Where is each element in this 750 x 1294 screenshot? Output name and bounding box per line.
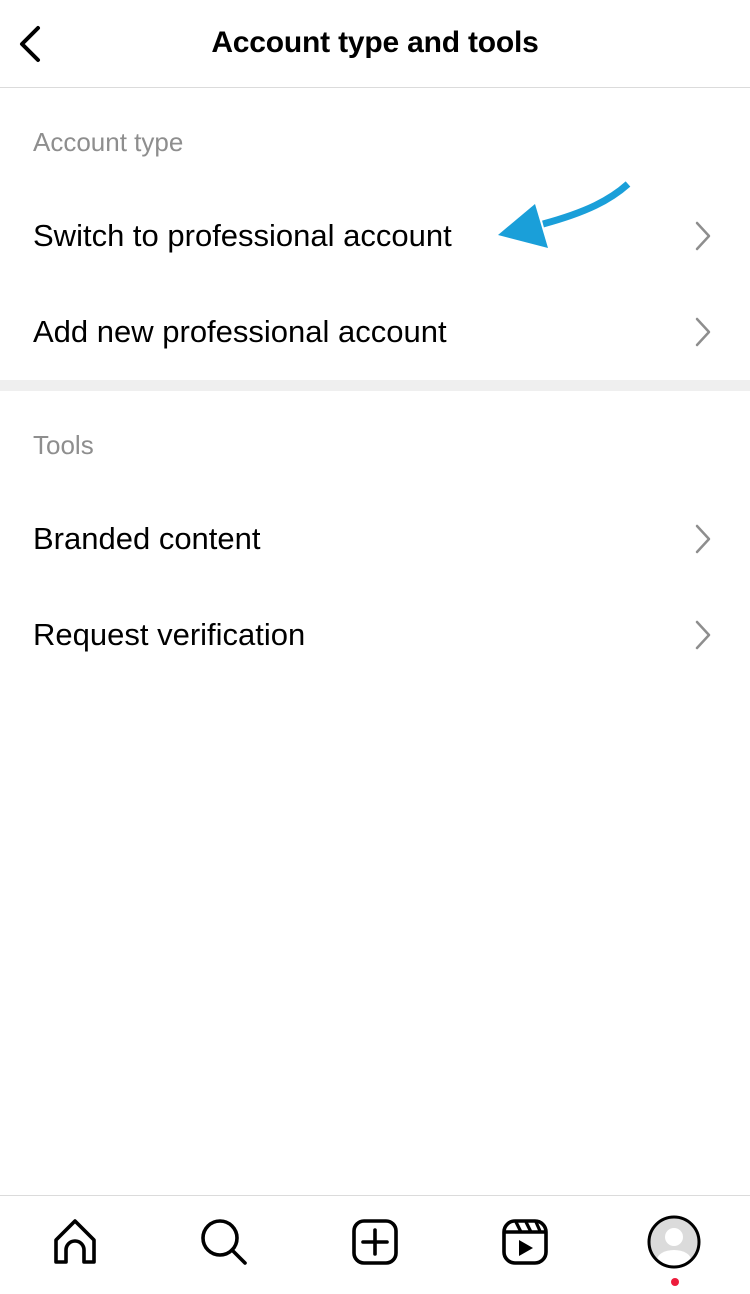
tab-reels[interactable] [495, 1212, 555, 1272]
notification-dot [671, 1278, 679, 1286]
row-label: Switch to professional account [33, 218, 452, 253]
chevron-right-icon [695, 524, 711, 554]
search-icon [201, 1219, 247, 1265]
chevron-right-icon [695, 221, 711, 251]
header: Account type and tools [0, 0, 750, 88]
tab-create[interactable] [345, 1212, 405, 1272]
row-label: Add new professional account [33, 314, 447, 349]
chevron-right-icon [695, 317, 711, 347]
tab-search[interactable] [194, 1212, 254, 1272]
branded-content-row[interactable]: Branded content [0, 491, 750, 587]
tab-home[interactable] [45, 1212, 105, 1272]
reels-icon [502, 1219, 548, 1265]
row-label: Branded content [33, 521, 261, 556]
row-label: Request verification [33, 617, 306, 652]
plus-square-icon [352, 1219, 398, 1265]
chevron-right-icon [695, 620, 711, 650]
request-verification-row[interactable]: Request verification [0, 587, 750, 683]
tab-profile[interactable] [644, 1212, 704, 1272]
avatar-icon [647, 1215, 701, 1269]
add-new-professional-account-row[interactable]: Add new professional account [0, 284, 750, 380]
bottom-tab-bar [0, 1195, 750, 1294]
section-divider [0, 380, 750, 391]
section-label-tools: Tools [33, 430, 94, 460]
page-title: Account type and tools [211, 26, 539, 59]
switch-to-professional-account-row[interactable]: Switch to professional account [0, 188, 750, 284]
home-icon [54, 1219, 96, 1264]
section-label-account-type: Account type [33, 127, 184, 157]
